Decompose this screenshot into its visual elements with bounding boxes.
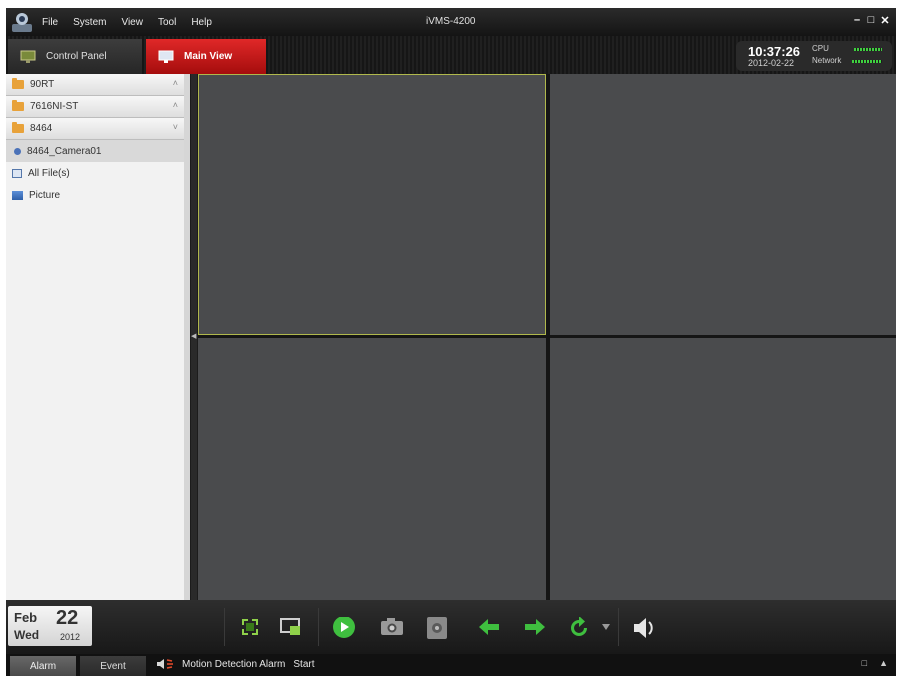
video-pane-4[interactable] bbox=[550, 338, 896, 600]
play-icon[interactable] bbox=[332, 617, 356, 641]
tree-group-8464[interactable]: 8464 ˅ bbox=[6, 118, 184, 140]
app-window: File System View Tool Help iVMS-4200 – □… bbox=[6, 8, 896, 676]
menu-bar: File System View Tool Help bbox=[42, 8, 227, 36]
toolbar-divider bbox=[618, 608, 619, 646]
tree-item-picture[interactable]: Picture bbox=[6, 184, 184, 206]
camera-label: 8464_Camera01 bbox=[27, 145, 102, 157]
next-arrow-icon[interactable] bbox=[524, 617, 546, 637]
volume-icon[interactable] bbox=[632, 617, 656, 639]
tree-group-label: 7616NI-ST bbox=[30, 101, 79, 112]
toolbar-divider bbox=[224, 608, 225, 646]
tab-main-view-label: Main View bbox=[184, 51, 233, 62]
fullscreen-icon[interactable] bbox=[240, 617, 260, 637]
alarm-message-status: Start bbox=[293, 658, 315, 670]
status-bar-controls: □ ▲ bbox=[850, 658, 888, 668]
folder-icon bbox=[12, 100, 24, 111]
menu-help[interactable]: Help bbox=[191, 17, 212, 28]
toolbar-divider bbox=[318, 608, 319, 646]
menu-file[interactable]: File bbox=[42, 17, 58, 28]
alarm-message-text: Motion Detection Alarm bbox=[182, 658, 286, 670]
close-button[interactable]: ✕ bbox=[878, 14, 892, 27]
network-label: Network bbox=[812, 56, 842, 65]
date-weekday: Wed bbox=[14, 628, 40, 642]
status-bar: Alarm Event Motion Detection Alarm Start… bbox=[6, 654, 896, 676]
clock-time: 10:37:26 bbox=[748, 44, 801, 59]
clock-date: 2012-02-22 bbox=[748, 58, 795, 68]
snapshot-icon[interactable] bbox=[380, 617, 404, 637]
file-icon bbox=[12, 168, 22, 178]
restore-panel-icon[interactable]: □ bbox=[862, 658, 867, 668]
tab-control-panel-label: Control Panel bbox=[46, 51, 107, 62]
sidebar-collapse-handle[interactable]: ◀ bbox=[191, 74, 197, 600]
clock-panel: 10:37:26 2012-02-22 CPU Network bbox=[736, 41, 892, 71]
alarm-message: Motion Detection Alarm Start bbox=[156, 658, 315, 670]
tree-group-90rt[interactable]: 90RT ˄ bbox=[6, 74, 184, 96]
video-grid bbox=[198, 74, 896, 600]
device-sidebar: 90RT ˄ 7616NI-ST ˄ 8464 ˅ 8464_Camera01 … bbox=[6, 74, 184, 600]
tree-item-camera[interactable]: 8464_Camera01 bbox=[6, 140, 184, 162]
title-bar: File System View Tool Help iVMS-4200 – □… bbox=[6, 8, 896, 36]
sidebar-scrollbar[interactable] bbox=[184, 74, 190, 600]
tab-alarm[interactable]: Alarm bbox=[10, 656, 76, 676]
tree-item-all-files[interactable]: All File(s) bbox=[6, 162, 184, 184]
network-meter bbox=[852, 60, 882, 63]
menu-view[interactable]: View bbox=[121, 17, 143, 28]
menu-system[interactable]: System bbox=[73, 17, 106, 28]
window-controls: – □ ✕ bbox=[850, 14, 892, 27]
picture-label: Picture bbox=[29, 189, 61, 201]
dropdown-icon[interactable] bbox=[602, 624, 610, 630]
layout-icon[interactable] bbox=[280, 617, 302, 637]
chevron-up-icon[interactable]: ˄ bbox=[173, 100, 178, 110]
date-year: 2012 bbox=[60, 632, 81, 642]
menu-tool[interactable]: Tool bbox=[158, 17, 176, 28]
alarm-speaker-icon bbox=[157, 659, 173, 669]
monitor-icon bbox=[20, 50, 36, 63]
date-day: 22 bbox=[56, 607, 79, 629]
bottom-toolbar: Feb 22 Wed 2012 bbox=[6, 600, 896, 654]
video-pane-2[interactable] bbox=[550, 74, 896, 335]
video-pane-1[interactable] bbox=[198, 74, 546, 335]
folder-icon bbox=[12, 122, 24, 133]
app-title: iVMS-4200 bbox=[426, 16, 476, 27]
video-pane-3[interactable] bbox=[198, 338, 546, 600]
refresh-icon[interactable] bbox=[568, 617, 590, 639]
prev-arrow-icon[interactable] bbox=[478, 617, 500, 637]
tab-control-panel[interactable]: Control Panel bbox=[8, 39, 142, 74]
tab-main-view[interactable]: Main View bbox=[146, 39, 266, 74]
tree-group-label: 90RT bbox=[30, 79, 55, 90]
date-month: Feb bbox=[14, 610, 38, 625]
date-display: Feb 22 Wed 2012 bbox=[8, 606, 92, 646]
all-files-label: All File(s) bbox=[28, 167, 70, 179]
minimize-button[interactable]: – bbox=[850, 14, 864, 27]
cpu-label: CPU bbox=[812, 44, 829, 53]
tab-event[interactable]: Event bbox=[80, 656, 146, 676]
app-logo-icon bbox=[12, 13, 32, 32]
maximize-button[interactable]: □ bbox=[864, 14, 878, 27]
chevron-down-icon[interactable]: ˅ bbox=[173, 122, 178, 132]
tab-bar: Control Panel Main View 10:37:26 2012-02… bbox=[6, 36, 896, 74]
folder-icon bbox=[12, 78, 24, 89]
pin-panel-icon[interactable]: ▲ bbox=[879, 658, 888, 668]
picture-icon bbox=[12, 190, 23, 200]
tree-group-label: 8464 bbox=[30, 123, 53, 134]
chevron-up-icon[interactable]: ˄ bbox=[173, 78, 178, 88]
tree-group-7616ni-st[interactable]: 7616NI-ST ˄ bbox=[6, 96, 184, 118]
camera-icon bbox=[14, 147, 21, 155]
cpu-meter bbox=[854, 48, 882, 51]
record-icon[interactable] bbox=[426, 617, 448, 641]
monitor-icon bbox=[158, 50, 174, 63]
